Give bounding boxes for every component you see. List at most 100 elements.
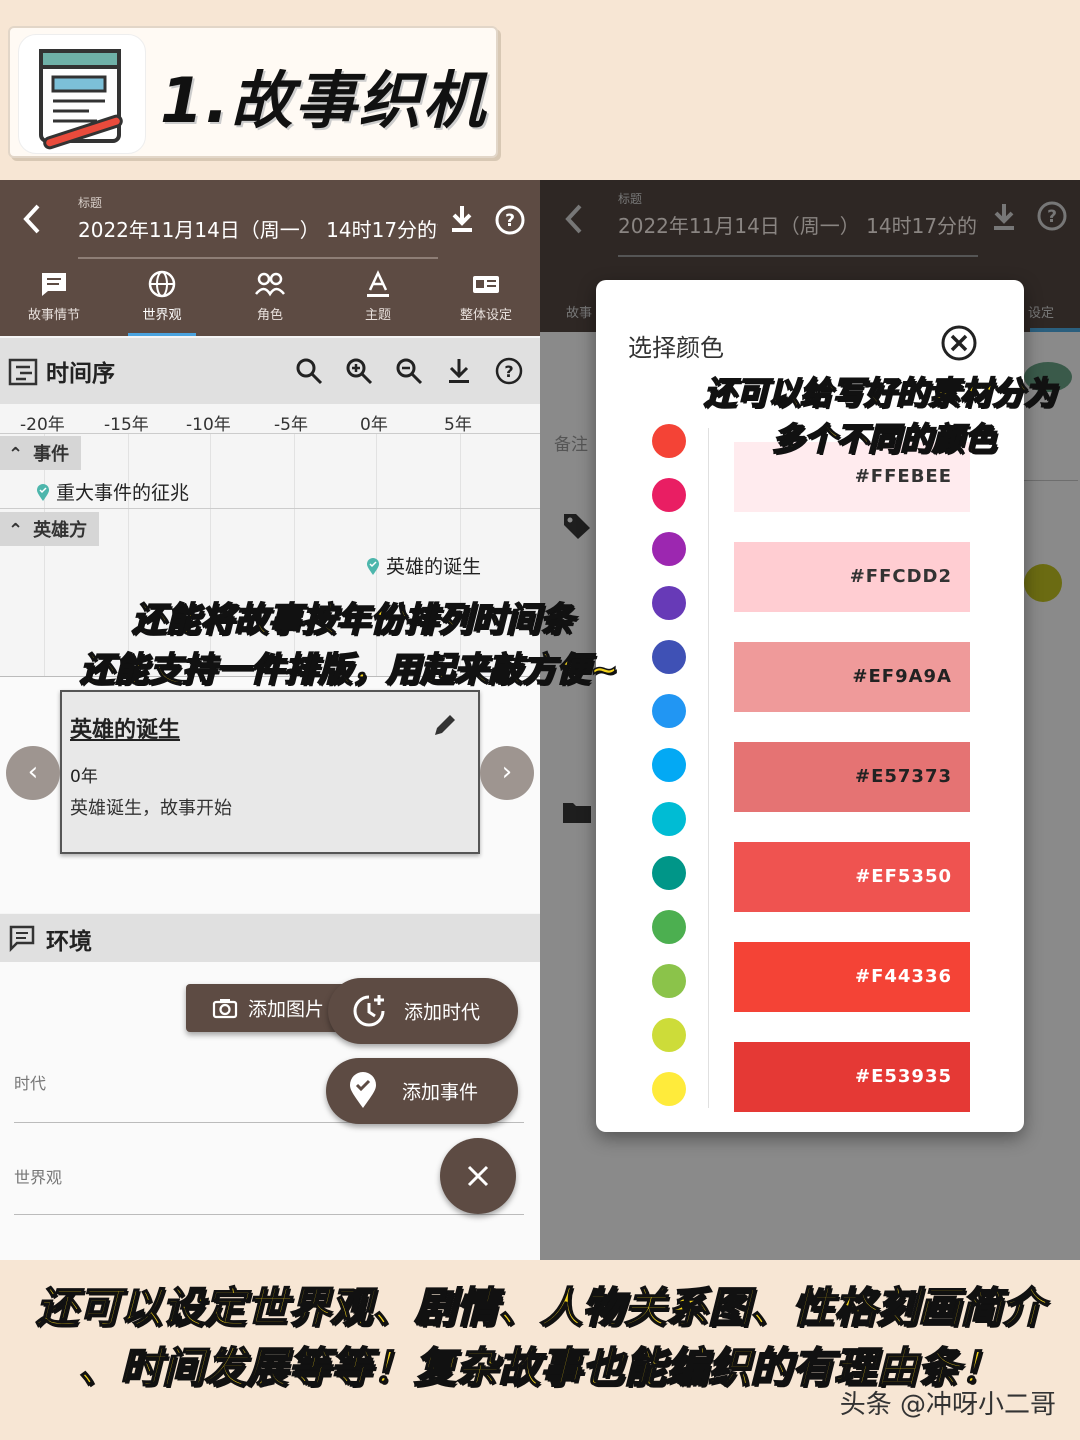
search-icon[interactable] [294,356,324,386]
map-pin-icon [37,484,49,501]
color-swatch[interactable]: #EF5350 [734,842,970,912]
help-icon[interactable]: ? [494,356,524,386]
environment-title: 环境 [46,929,92,955]
color-dot[interactable] [652,856,686,890]
caption-line: 多个不同的颜色 [771,419,997,459]
download-icon[interactable] [990,202,1018,232]
world-field[interactable] [14,1214,524,1215]
color-swatch[interactable]: #E53935 [734,1042,970,1112]
clock-plus-icon [353,995,385,1027]
title-input[interactable]: 2022年11月14日（周一） 14时17分的故事 [618,210,978,257]
add-image-label: 添加图片 [248,998,325,1021]
color-swatch[interactable]: #E57373 [734,742,970,812]
divider [1018,480,1078,481]
timeline-header: 时间序 ? [0,338,540,404]
svg-text:?: ? [504,362,513,381]
header-banner: 1.故事织机 [8,26,498,158]
help-icon[interactable]: ? [1036,200,1068,232]
caption-line: 还能支持一件排版，用起来敲方便~ [79,649,619,691]
color-dot[interactable] [652,1072,686,1106]
camera-icon [212,999,238,1019]
chevron-left-icon: ‹ [27,757,39,787]
group-label: 英雄方 [33,520,88,541]
color-dot[interactable] [652,694,686,728]
caption-line: 还可以给写好的素材分为 [703,373,1057,413]
text-a-icon [367,270,389,297]
close-circle-icon[interactable] [940,324,978,362]
timeline-event[interactable]: 重大事件的征兆 [36,478,189,505]
axis-tick: 0年 [360,415,388,435]
add-event-label: 添加事件 [402,1081,479,1104]
axis-tick: 5年 [444,415,472,435]
pencil-icon[interactable] [430,710,460,740]
title-input[interactable]: 2022年11月14日（周一） 14时17分的故事 [78,214,438,259]
zoom-out-icon[interactable] [394,356,424,386]
back-arrow-icon[interactable] [562,202,586,236]
axis-tick: -10年 [186,415,231,435]
download-icon[interactable] [444,356,474,386]
add-event-button[interactable]: 添加事件 [326,1058,518,1124]
axis-tick: -15年 [104,415,149,435]
watermark-credit: 头条 @冲呀小二哥 [839,1390,1056,1420]
chevron-up-icon: ⌃ [8,444,24,465]
color-swatch[interactable]: #FFCDD2 [734,542,970,612]
timeline-event[interactable]: 英雄的诞生 [366,552,481,579]
event-label: 重大事件的征兆 [56,482,190,504]
axis-tick: -20年 [20,415,65,435]
divider [708,428,709,1108]
tab-overall[interactable]: 整体设定 [432,266,540,336]
color-indicator [1024,564,1062,602]
svg-text:?: ? [1047,207,1057,227]
group-chip-events[interactable]: ⌃ 事件 [0,436,82,470]
tab-theme[interactable]: 主题 [324,266,432,336]
divider [0,508,540,509]
next-button[interactable]: › [480,746,534,800]
timeline-axis: -20年 -15年 -10年 -5年 0年 5年 [0,404,540,435]
color-dot[interactable] [652,586,686,620]
tab-story[interactable]: 故事情节 [0,266,108,336]
help-icon[interactable]: ? [494,204,528,238]
color-dot[interactable] [652,532,686,566]
environment-header: 环境 [0,914,540,962]
notes-label: 备注 [554,435,588,455]
color-dot[interactable] [652,802,686,836]
close-fab-button[interactable] [440,1138,516,1214]
color-dot[interactable] [652,910,686,944]
color-dot[interactable] [652,640,686,674]
tab-label: 整体设定 [459,308,512,323]
prev-button[interactable]: ‹ [6,746,60,800]
tab-label: 角色 [256,308,283,323]
group-chip-heroes[interactable]: ⌃ 英雄方 [0,512,100,546]
folder-icon [563,803,591,823]
color-dot[interactable] [652,964,686,998]
map-pin-icon [367,558,379,575]
add-era-label: 添加时代 [404,1001,481,1024]
card-year: 0年 [70,767,98,787]
tab-world[interactable]: 世界观 [108,266,216,336]
left-screen: 标题 2022年11月14日（周一） 14时17分的故事 ? 故事情节 世界观 … [0,180,540,1260]
zoom-in-icon[interactable] [344,356,374,386]
tag-icon [564,514,590,539]
event-label: 英雄的诞生 [386,556,482,578]
color-dot[interactable] [652,424,686,458]
field-label: 世界观 [14,1168,63,1187]
caption-line: 还能将故事按年份排列时间条 [131,599,575,641]
tab-label: 主题 [364,308,391,323]
dialog-title: 选择颜色 [628,334,724,362]
download-icon[interactable] [448,204,482,238]
color-dot[interactable] [652,1018,686,1052]
tab-indicator [1030,328,1080,332]
tab-characters[interactable]: 角色 [216,266,324,336]
settings-card-icon [473,276,499,293]
color-swatch[interactable]: #F44336 [734,942,970,1012]
color-dot[interactable] [652,748,686,782]
title-label: 标题 [618,192,643,206]
event-detail-card[interactable]: 英雄的诞生 0年 英雄诞生，故事开始 [60,690,480,854]
back-arrow-icon[interactable] [20,202,44,245]
color-dot[interactable] [652,478,686,512]
color-swatch[interactable]: #EF9A9A [734,642,970,712]
right-screen: 标题 2022年11月14日（周一） 14时17分的故事 ? 故事 设定 备注 … [540,180,1080,1260]
tab-label: 世界观 [142,308,182,323]
close-icon [467,1165,489,1187]
add-era-button[interactable]: 添加时代 [328,978,518,1044]
